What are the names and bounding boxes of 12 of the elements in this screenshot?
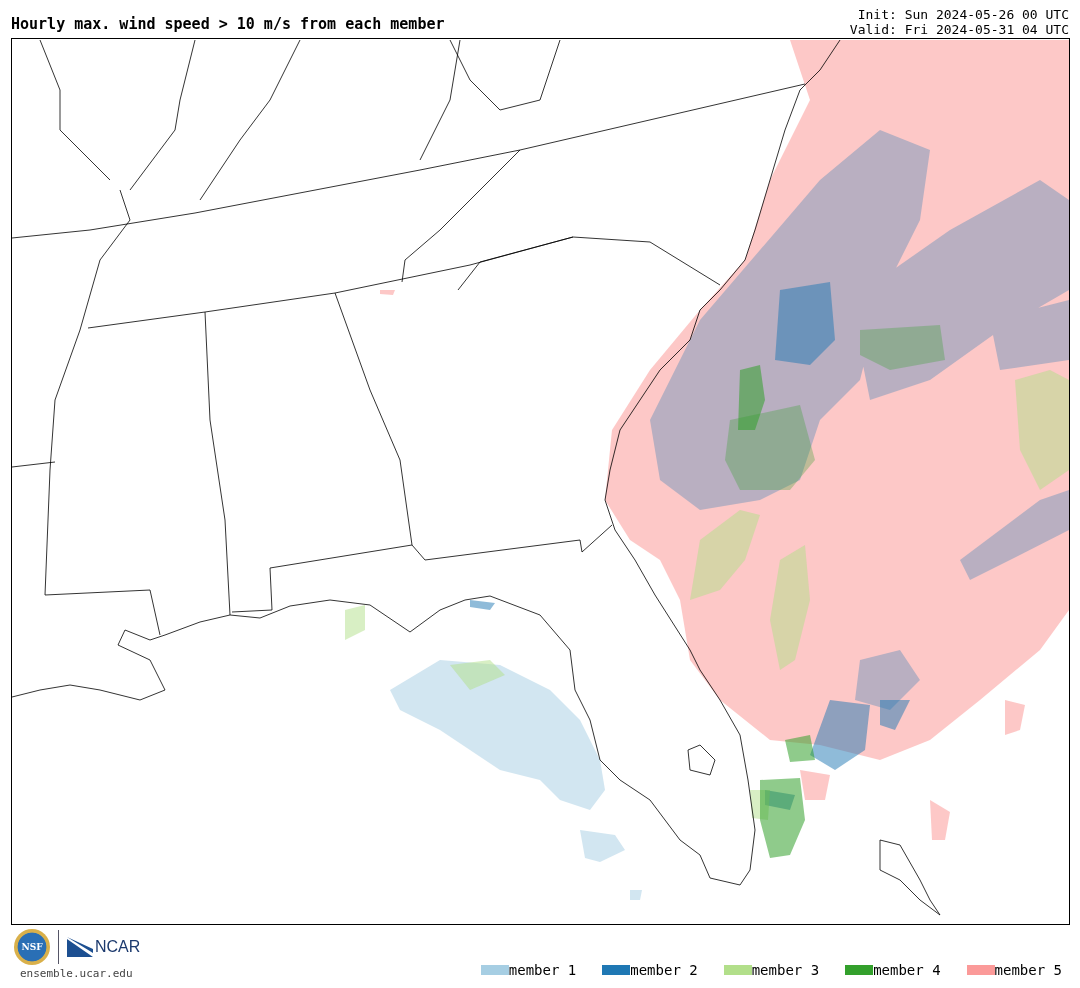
init-time: Init: Sun 2024-05-26 00 UTC [857,7,1069,22]
legend-label: member 1 [508,962,577,978]
valid-time: Valid: Fri 2024-05-31 04 UTC [849,22,1069,37]
nsf-logo: NSF [14,929,50,965]
ncar-logo-text: NCAR [95,938,141,956]
plot-title: Hourly max. wind speed > 10 m/s from each member [11,15,445,35]
legend-label: member 5 [994,962,1062,978]
swoosh-icon [67,937,93,957]
legend-label: member 4 [873,962,941,978]
site-url: ensemble.ucar.edu [19,967,133,980]
legend-label: member 2 [630,962,698,978]
legend-label: member 3 [751,962,820,978]
